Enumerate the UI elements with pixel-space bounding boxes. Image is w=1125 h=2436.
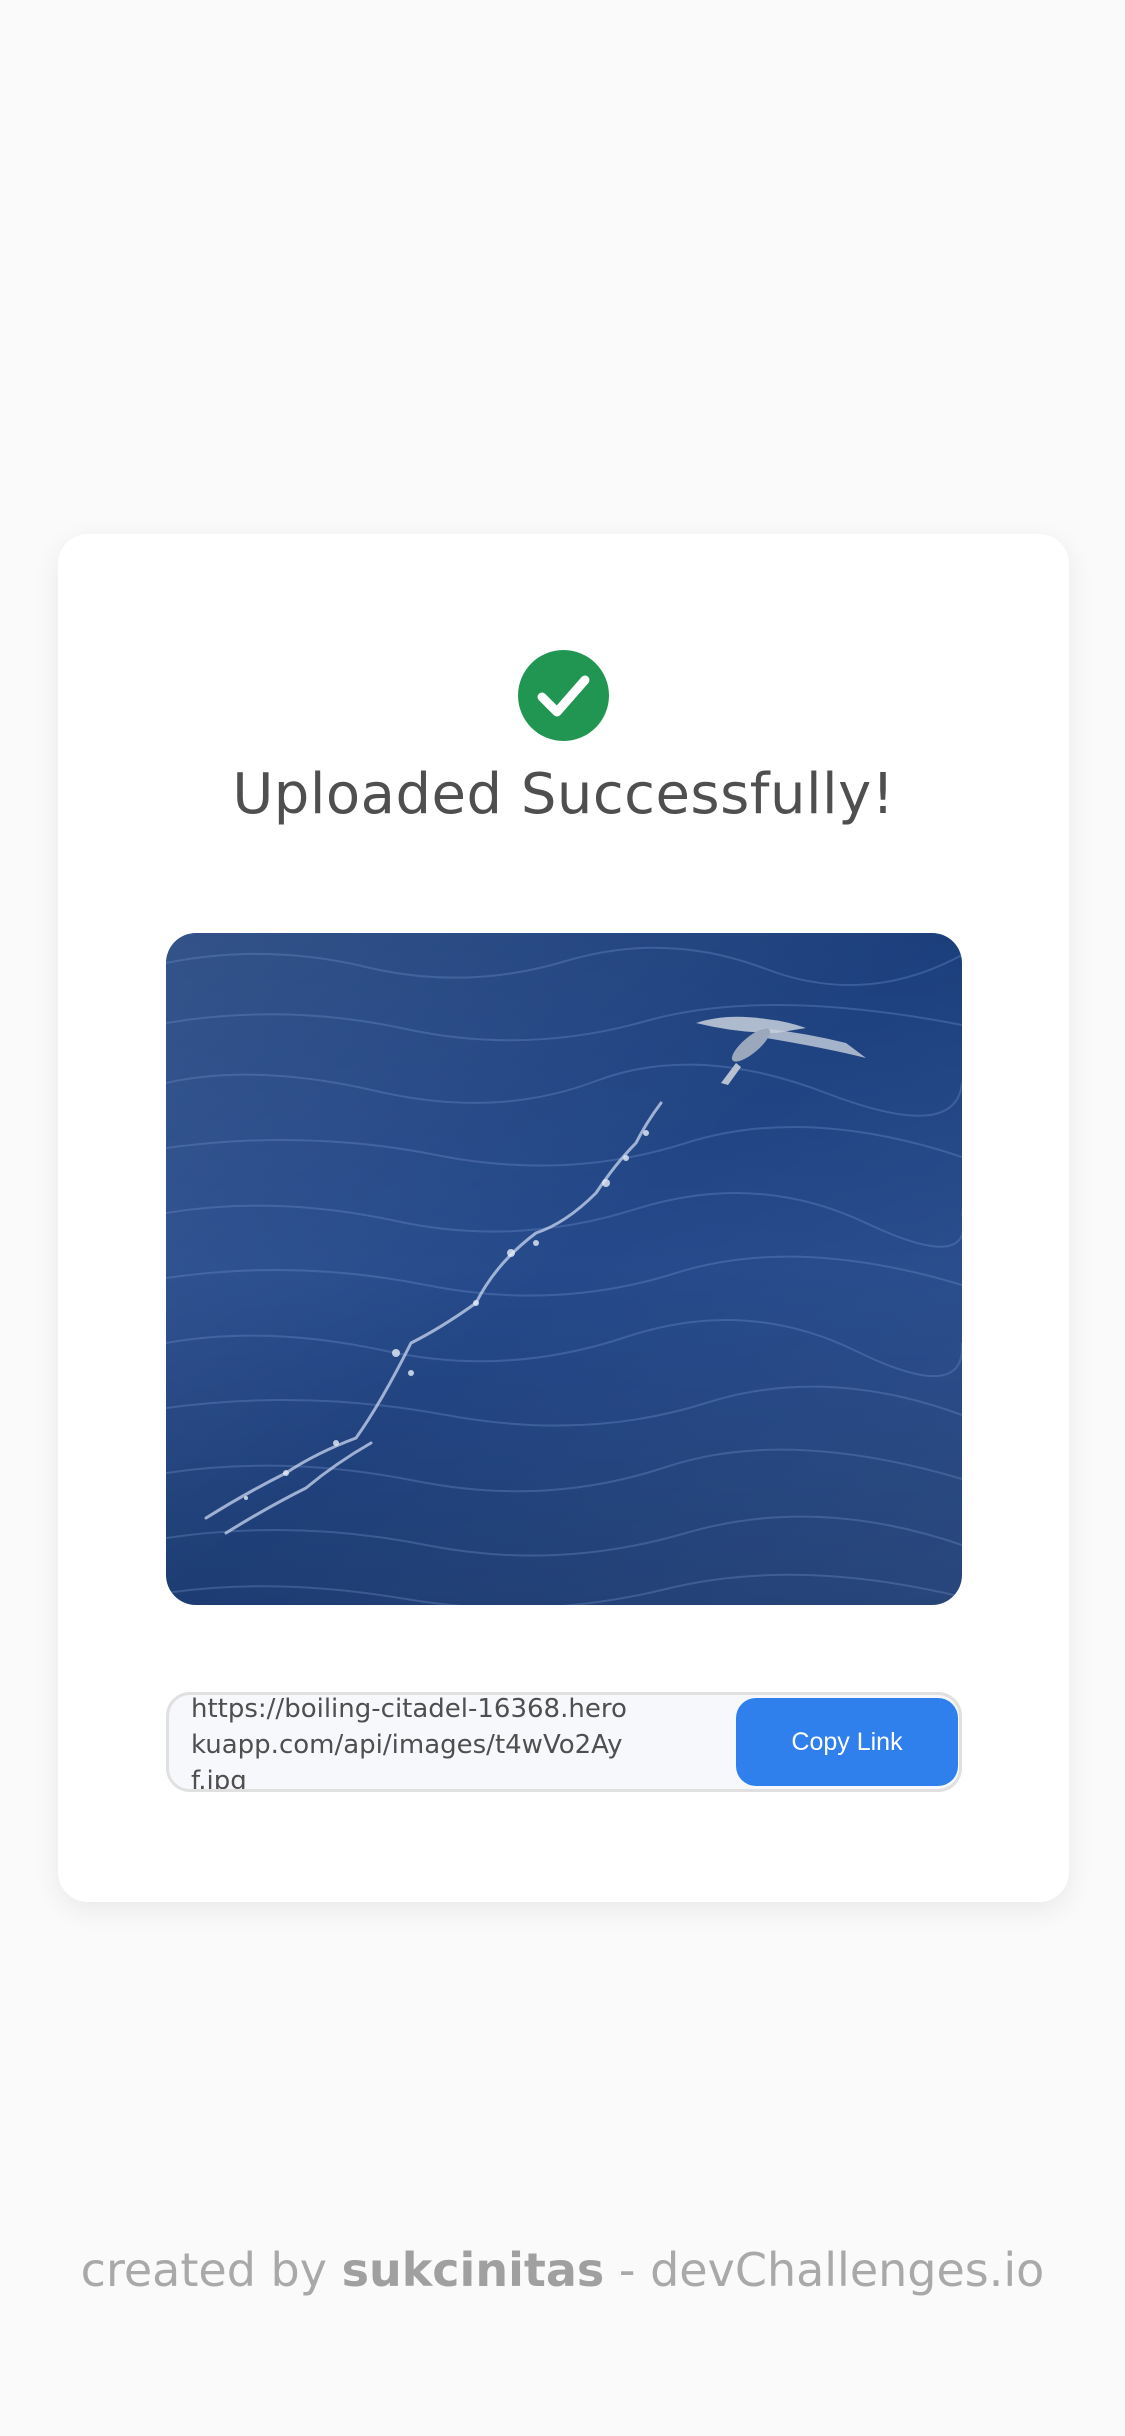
check-circle-icon <box>518 650 609 741</box>
author-link[interactable]: sukcinitas <box>342 2243 605 2297</box>
footer-credit: created by sukcinitas - devChallenges.io <box>0 2240 1125 2301</box>
footer-suffix[interactable]: - devChallenges.io <box>619 2243 1044 2297</box>
image-link-text[interactable]: https://boiling-citadel-16368.herokuapp.… <box>191 1695 631 1789</box>
image-link-box: https://boiling-citadel-16368.herokuapp.… <box>166 1692 962 1792</box>
page-title: Uploaded Successfully! <box>232 762 895 827</box>
upload-result-card: Uploaded Successfully! https://boiling-c… <box>58 534 1069 1902</box>
footer-prefix: created by <box>80 2243 327 2297</box>
uploaded-image <box>166 933 962 1605</box>
copy-link-button[interactable]: Copy Link <box>736 1698 958 1786</box>
